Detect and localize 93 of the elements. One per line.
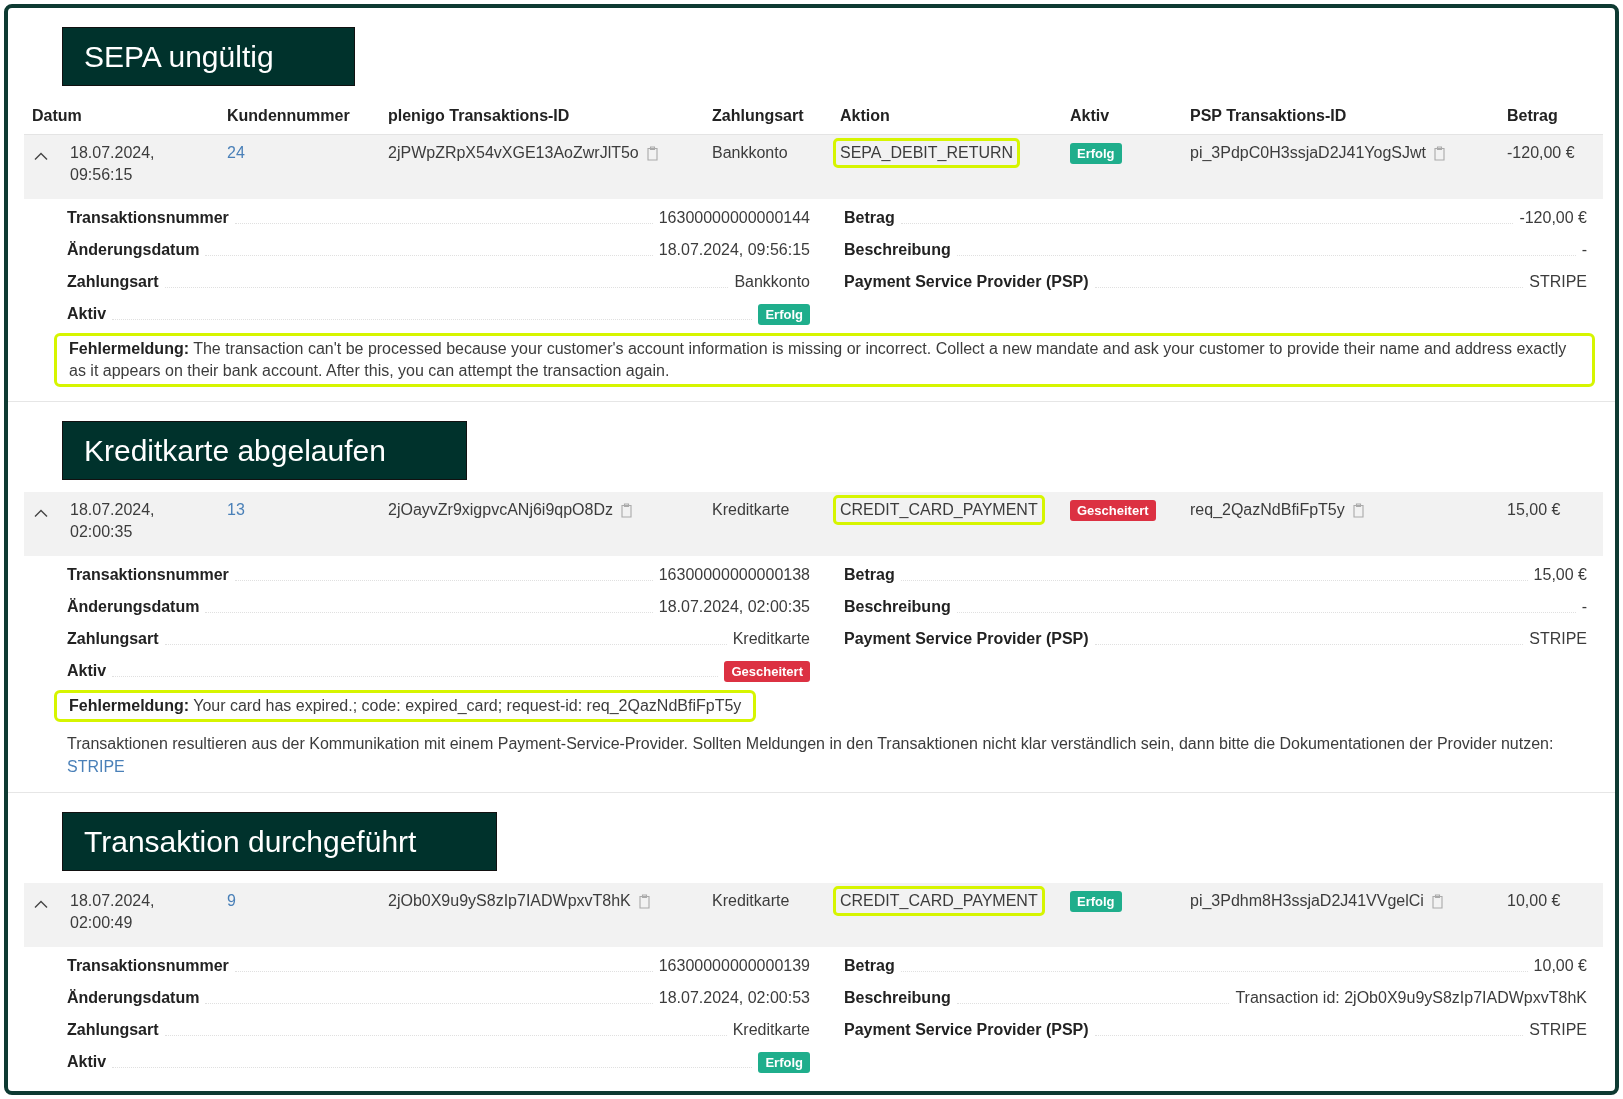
detail-value: 10,00 € — [1533, 957, 1587, 975]
column-header: Datum — [31, 107, 83, 125]
detail-label: Beschreibung — [844, 989, 951, 1007]
customer-link[interactable]: 13 — [227, 501, 245, 518]
date-cell-text: 18.07.2024, 09:56:15 — [69, 143, 156, 185]
chevron-up-icon[interactable] — [34, 509, 48, 517]
detail-value: 16300000000000139 — [658, 957, 810, 975]
section-title: Kreditkarte abgelaufen — [62, 421, 467, 480]
psp-transaction-id: req_2QazNdBfiFpT5y — [1190, 500, 1345, 520]
detail-label: Aktiv — [67, 662, 107, 680]
clipboard-icon[interactable] — [1434, 145, 1445, 161]
status-badge: Gescheitert — [724, 660, 810, 682]
clipboard-icon[interactable] — [646, 145, 658, 161]
detail-label: Transaktionsnummer — [67, 957, 229, 975]
chevron-up-icon[interactable] — [34, 152, 48, 160]
status-badge: Erfolg — [1070, 891, 1122, 912]
detail-value: 15,00 € — [1533, 566, 1587, 584]
customer-link[interactable]: 24 — [227, 144, 245, 161]
detail-label: Zahlungsart — [67, 630, 159, 648]
column-header: Aktion — [839, 107, 891, 125]
status-badge: Erfolg — [1070, 143, 1122, 164]
detail-label: Aktiv — [67, 1053, 107, 1071]
detail-label: Änderungsdatum — [67, 241, 200, 259]
detail-label: Aktiv — [67, 305, 107, 323]
detail-label: Betrag — [844, 209, 895, 227]
action-cell: CREDIT_CARD_PAYMENT — [833, 886, 1045, 916]
section-title: Transaktion durchgeführt — [62, 812, 498, 871]
column-header: Betrag — [1506, 107, 1559, 125]
date-cell-text: 18.07.2024, 02:00:49 — [69, 891, 156, 933]
column-header: plenigo Transaktions-ID — [387, 107, 571, 125]
column-header: PSP Transaktions-ID — [1189, 107, 1348, 125]
detail-value: 16300000000000144 — [658, 209, 810, 227]
detail-label: Payment Service Provider (PSP) — [844, 273, 1089, 291]
info-text: Transaktionen resultieren aus der Kommunikation mit einem Payment-Service-Provider. Sollten Meldungen in den Transaktionen nicht klar verständlich sein, dann bitte die Dokumentationen der Provider nutzen: — [67, 735, 1554, 752]
error-message: Fehlermeldung: The transaction can't be processed because your customer's account information is missing or incorrect. Collect a new mandate and ask your customer to provide their name and address exactly as it appears on their bank account. After this, you can attempt the transaction again. — [54, 333, 1595, 387]
payment-method-cell-text: Kreditkarte — [711, 500, 791, 520]
status-badge: Erfolg — [758, 1051, 810, 1073]
detail-label: Beschreibung — [844, 241, 951, 259]
detail-label: Betrag — [844, 566, 895, 584]
detail-value: 18.07.2024, 09:56:15 — [658, 241, 810, 259]
transaction-row[interactable]: 18.07.2024, 09:56:15 24 2jPWpZRpX54vXGE13AoZwrJlT5o Bankkonto SEPA_DEBIT_RETURN Erfolg pi_3PdpC0H3ssjaD2J41YogSJwt -120,00 € — [24, 135, 1603, 199]
amount-cell-text: 10,00 € — [1506, 891, 1562, 911]
detail-label: Zahlungsart — [67, 273, 159, 291]
amount-cell-text: 15,00 € — [1506, 500, 1562, 520]
detail-label: Betrag — [844, 957, 895, 975]
detail-value: Bankkonto — [734, 273, 810, 291]
payment-method-cell-text: Bankkonto — [711, 143, 789, 163]
detail-value: STRIPE — [1529, 1021, 1587, 1039]
status-badge: Gescheitert — [1070, 500, 1156, 521]
detail-label: Transaktionsnummer — [67, 566, 229, 584]
chevron-up-icon[interactable] — [34, 900, 48, 908]
transaction-row[interactable]: 18.07.2024, 02:00:49 9 2jOb0X9u9yS8zIp7IADWpxvT8hK Kreditkarte CREDIT_CARD_PAYMENT Erfolg pi_3Pdhm8H3ssjaD2J41VVgelCi 10,00 € — [24, 883, 1603, 947]
transaction-row[interactable]: 18.07.2024, 02:00:35 13 2jOayvZr9xigpvcANj6i9qpO8Dz Kreditkarte CREDIT_CARD_PAYMENT Gescheitert req_2QazNdBfiFpT5y 15,00 € — [24, 492, 1603, 556]
detail-value: Kreditkarte — [732, 630, 810, 648]
column-header: Kundennummer — [226, 107, 351, 125]
detail-value: Kreditkarte — [732, 1021, 810, 1039]
detail-label: Zahlungsart — [67, 1021, 159, 1039]
status-badge: Erfolg — [758, 303, 810, 325]
transaction-id: 2jOb0X9u9yS8zIp7IADWpxvT8hK — [388, 891, 631, 911]
detail-label: Transaktionsnummer — [67, 209, 229, 227]
provider-link[interactable]: STRIPE — [67, 755, 125, 778]
detail-value: STRIPE — [1529, 273, 1587, 291]
amount-cell-text: -120,00 € — [1506, 143, 1576, 163]
detail-label: Beschreibung — [844, 598, 951, 616]
clipboard-icon[interactable] — [1352, 502, 1364, 518]
psp-transaction-id: pi_3PdpC0H3ssjaD2J41YogSJwt — [1190, 143, 1426, 163]
section-title: SEPA ungültig — [62, 27, 355, 86]
transaction-id: 2jOayvZr9xigpvcANj6i9qpO8Dz — [388, 500, 613, 520]
detail-value: 16300000000000138 — [658, 566, 810, 584]
psp-transaction-id: pi_3Pdhm8H3ssjaD2J41VVgelCi — [1190, 891, 1424, 911]
detail-label: Änderungsdatum — [67, 598, 200, 616]
detail-value: - — [1581, 598, 1587, 616]
action-cell: CREDIT_CARD_PAYMENT — [833, 495, 1045, 525]
customer-link[interactable]: 9 — [227, 892, 236, 909]
error-message: Fehlermeldung: Your card has expired.; code: expired_card; request-id: req_2QazNdBfiFpT5y — [54, 690, 757, 722]
detail-value: 18.07.2024, 02:00:53 — [658, 989, 810, 1007]
detail-value: STRIPE — [1529, 630, 1587, 648]
clipboard-icon[interactable] — [1431, 893, 1443, 909]
detail-value: -120,00 € — [1519, 209, 1587, 227]
column-header: Aktiv — [1069, 107, 1111, 125]
column-header: Zahlungsart — [711, 107, 805, 125]
detail-label: Änderungsdatum — [67, 989, 200, 1007]
detail-value: - — [1581, 241, 1587, 259]
clipboard-icon[interactable] — [638, 893, 650, 909]
detail-value: Transaction id: 2jOb0X9u9yS8zIp7IADWpxvT8hK — [1235, 989, 1587, 1007]
detail-value: 18.07.2024, 02:00:35 — [658, 598, 810, 616]
payment-method-cell-text: Kreditkarte — [711, 891, 791, 911]
clipboard-icon[interactable] — [621, 502, 632, 518]
transaction-id: 2jPWpZRpX54vXGE13AoZwrJlT5o — [388, 143, 639, 163]
detail-label: Payment Service Provider (PSP) — [844, 1021, 1089, 1039]
action-cell: SEPA_DEBIT_RETURN — [833, 138, 1021, 168]
detail-label: Payment Service Provider (PSP) — [844, 630, 1089, 648]
date-cell-text: 18.07.2024, 02:00:35 — [69, 500, 156, 542]
